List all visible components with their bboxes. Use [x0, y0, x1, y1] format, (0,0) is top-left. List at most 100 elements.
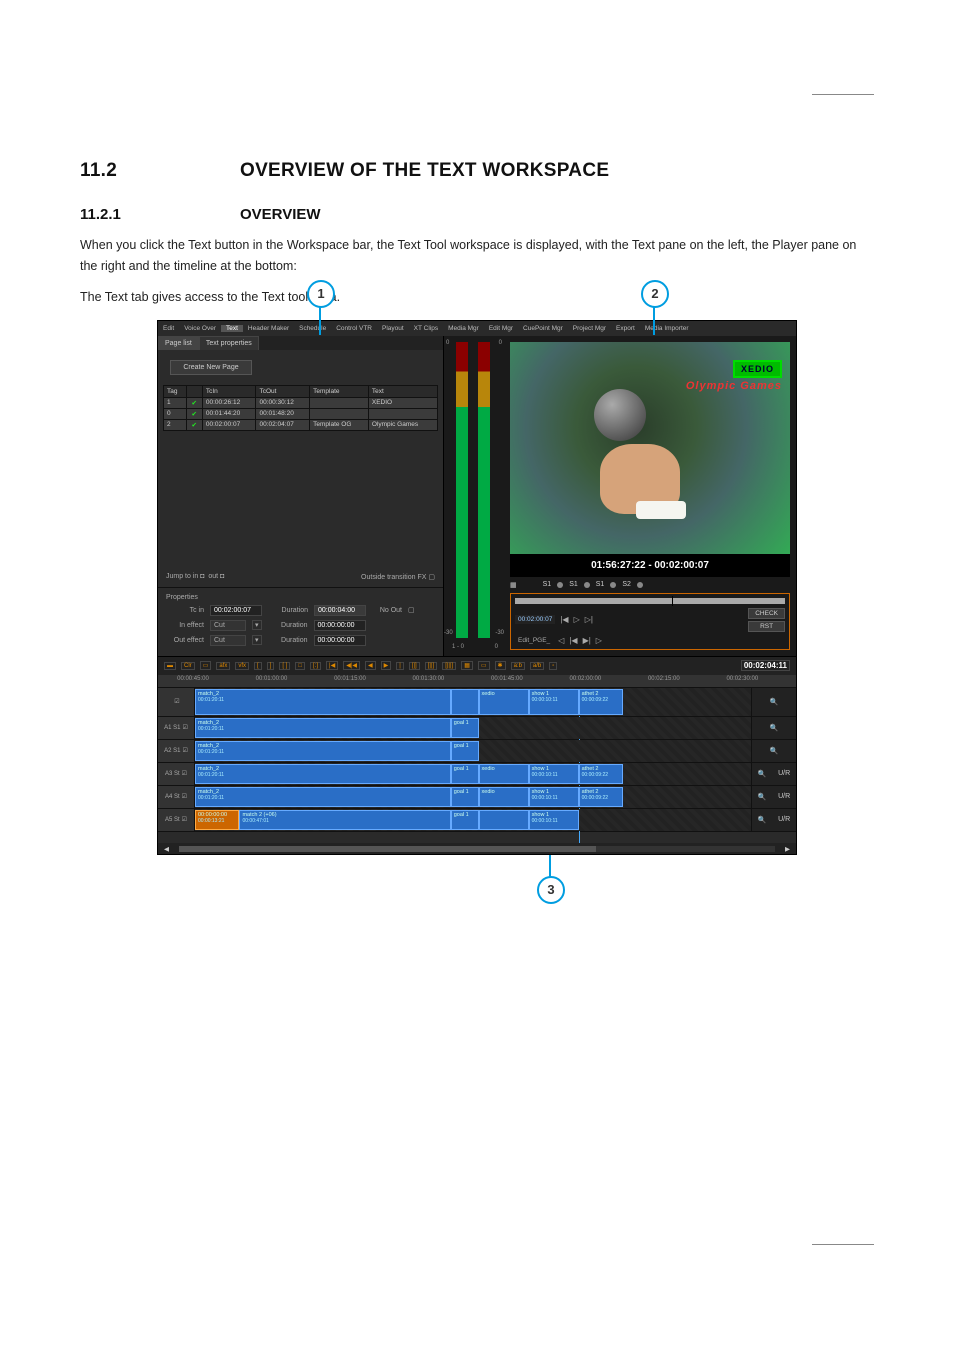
clip[interactable]: show 100:00:10:11 — [529, 787, 579, 807]
workspace-tab-export[interactable]: Export — [611, 325, 640, 332]
workspace-tab-text[interactable]: Text — [221, 325, 243, 332]
track-body[interactable]: match_200:01:20:11goal 1xedioshow 100:00… — [195, 786, 751, 808]
in-effect-dur-field[interactable]: 00:00:00:00 — [314, 620, 366, 631]
clip[interactable]: goal 1 — [451, 741, 479, 761]
timeline-tool[interactable]: Clr — [181, 662, 195, 670]
track-body[interactable]: 00:00:00:0000:00:13:21match 2 (+06)00:00… — [195, 809, 751, 831]
clip[interactable]: show 100:00:10:11 — [529, 810, 579, 830]
zoom-icon[interactable]: 🔍 — [770, 724, 779, 732]
timeline-tool[interactable]: | — [396, 662, 404, 670]
track-header[interactable]: ☑ — [158, 688, 195, 716]
table-row[interactable]: 1✔00:00:26:1200:00:30:12XEDIO — [164, 397, 438, 408]
tc-in-field[interactable]: 00:02:00:07 — [210, 605, 262, 616]
table-row[interactable]: 2✔00:02:00:0700:02:04:07Template OGOlymp… — [164, 419, 438, 430]
s2-dot[interactable] — [637, 582, 643, 588]
jump-out-icon[interactable]: ◘ — [220, 573, 224, 580]
rst-button[interactable]: RST — [748, 621, 785, 632]
clip[interactable]: athet 200:00:09:22 — [579, 689, 623, 715]
workspace-tab-header-maker[interactable]: Header Maker — [243, 325, 294, 332]
timeline-tool[interactable]: afx — [216, 662, 230, 670]
clip[interactable]: athet 200:00:09:22 — [579, 764, 623, 784]
timeline-tool[interactable]: [|||] — [442, 662, 456, 670]
workspace-tab-project-mgr[interactable]: Project Mgr — [568, 325, 611, 332]
timeline-tool[interactable]: ▬ — [164, 662, 176, 670]
s1-dot[interactable] — [557, 582, 563, 588]
track-body[interactable]: match_200:01:20:11goal 1xedioshow 100:00… — [195, 763, 751, 785]
timeline-tool[interactable]: [:] — [310, 662, 321, 670]
clip[interactable]: match_200:01:20:11 — [195, 741, 451, 761]
workspace-tab-xt-clips[interactable]: XT Clips — [409, 325, 443, 332]
workspace-tab-control-vtr[interactable]: Control VTR — [331, 325, 377, 332]
timeline-tool[interactable]: [ ] — [279, 662, 290, 670]
workspace-tab-media-importer[interactable]: Media Importer — [640, 325, 694, 332]
timeline-tool[interactable]: □ — [295, 662, 305, 670]
workspace-tab-voice-over[interactable]: Voice Over — [179, 325, 221, 332]
timeline-tool[interactable]: ◀ — [365, 661, 376, 670]
zoom-icon[interactable]: 🔍 — [758, 816, 767, 824]
out-effect-select[interactable]: Cut — [210, 635, 246, 646]
clip[interactable]: show 100:00:10:11 — [529, 764, 579, 784]
clip[interactable]: match 2 (+06)00:00:47:01 — [239, 810, 450, 830]
track-body[interactable]: match_200:01:20:11xedioshow 100:00:10:11… — [195, 688, 751, 716]
workspace-tab-media-mgr[interactable]: Media Mgr — [443, 325, 484, 332]
chevron-down-icon[interactable]: ▾ — [252, 635, 262, 645]
clip[interactable]: athet 200:00:09:22 — [579, 787, 623, 807]
scroll-right-icon[interactable]: ▶ — [785, 845, 790, 853]
timeline-scrollbar[interactable]: ◀ ▶ — [158, 843, 796, 855]
track-header[interactable]: A4 St☑ — [158, 786, 195, 808]
clip[interactable]: 00:00:00:0000:00:13:21 — [195, 810, 239, 830]
view-mode-icon[interactable]: ▦ — [510, 581, 517, 589]
track-body[interactable]: match_200:01:20:11goal 1 — [195, 717, 751, 739]
zoom-icon[interactable]: 🔍 — [770, 747, 779, 755]
scrubber[interactable] — [515, 598, 785, 604]
track-header[interactable]: A2 S1☑ — [158, 740, 195, 762]
in-effect-select[interactable]: Cut — [210, 620, 246, 631]
track-body[interactable]: match_200:01:20:11goal 1 — [195, 740, 751, 762]
timeline-tool[interactable]: ▭ — [478, 661, 490, 670]
s1b-dot[interactable] — [584, 582, 590, 588]
outside-fx-checkbox[interactable]: ▢ — [428, 574, 435, 581]
clip[interactable]: match_200:01:20:11 — [195, 764, 451, 784]
timeline-tool[interactable]: [||] — [425, 662, 437, 670]
next-icon[interactable]: ▷| — [585, 615, 593, 624]
no-out-checkbox[interactable]: ▢ — [408, 606, 415, 614]
out-effect-dur-field[interactable]: 00:00:00:00 — [314, 635, 366, 646]
clip[interactable]: goal 1 — [451, 810, 479, 830]
table-row[interactable]: 0✔00:01:44:2000:01:48:20 — [164, 408, 438, 419]
prev-icon[interactable]: |◀ — [560, 615, 568, 624]
timeline-tool[interactable]: ✱ — [495, 661, 506, 670]
clip[interactable]: goal 1 — [451, 787, 479, 807]
ffwd-icon[interactable]: ▷ — [596, 636, 602, 645]
chevron-down-icon[interactable]: ▾ — [252, 620, 262, 630]
timeline-tool[interactable]: ▭ — [200, 661, 212, 670]
play-icon[interactable]: ▷ — [574, 615, 580, 624]
tab-text-properties[interactable]: Text properties — [199, 336, 259, 350]
clip[interactable]: show 100:00:10:11 — [529, 689, 579, 715]
workspace-tab-edit-mgr[interactable]: Edit Mgr — [484, 325, 518, 332]
scroll-left-icon[interactable]: ◀ — [164, 845, 169, 853]
step-fwd-icon[interactable]: ▶| — [583, 636, 591, 645]
timeline-tool[interactable]: ▶ — [381, 661, 392, 670]
jump-in-icon[interactable]: ◘ — [200, 573, 204, 580]
timeline-tool[interactable]: ▫ — [549, 662, 557, 670]
clip[interactable]: xedio — [479, 787, 529, 807]
tab-page-list[interactable]: Page list — [158, 336, 199, 350]
clip[interactable]: goal 1 — [451, 764, 479, 784]
timeline-tool[interactable]: ◀|◀ — [343, 661, 360, 670]
track-header[interactable]: A1 S1☑ — [158, 717, 195, 739]
rewind-icon[interactable]: ◁ — [558, 636, 564, 645]
zoom-icon[interactable]: 🔍 — [758, 770, 767, 778]
clip[interactable]: xedio — [479, 764, 529, 784]
duration-field[interactable]: 00:00:04:00 — [314, 605, 366, 616]
zoom-icon[interactable]: 🔍 — [770, 698, 779, 706]
timeline-tool[interactable]: |◀ — [326, 661, 338, 670]
clip[interactable] — [451, 689, 479, 715]
clip[interactable]: xedio — [479, 689, 529, 715]
timeline-tool[interactable]: [|] — [409, 662, 420, 670]
timeline-tool[interactable]: ▦ — [461, 661, 473, 670]
s1c-dot[interactable] — [610, 582, 616, 588]
clip[interactable]: match_200:01:20:11 — [195, 718, 451, 738]
timeline-tool[interactable]: a/b — [530, 662, 544, 670]
workspace-tab-schedule[interactable]: Schedule — [294, 325, 331, 332]
zoom-icon[interactable]: 🔍 — [758, 793, 767, 801]
